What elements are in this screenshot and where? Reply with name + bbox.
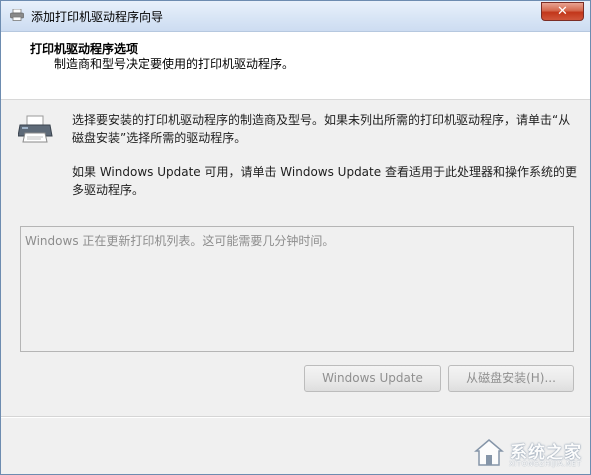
- watermark-url: XITONGZHIJIA.NET: [509, 460, 582, 468]
- window-title: 添加打印机驱动程序向导: [31, 10, 164, 24]
- printer-driver-list[interactable]: Windows 正在更新打印机列表。这可能需要几分钟时间。: [20, 226, 574, 352]
- windows-update-button[interactable]: Windows Update: [304, 365, 441, 392]
- wizard-body: 选择要安装的打印机驱动程序的制造商及型号。如果未列出所需的打印机驱动程序，请单击…: [1, 100, 590, 474]
- list-status-text: Windows 正在更新打印机列表。这可能需要几分钟时间。: [25, 234, 335, 248]
- site-watermark: 系统之家 XITONGZHIJIA.NET: [472, 436, 582, 470]
- manufacturer-instructions: 选择要安装的打印机驱动程序的制造商及型号。如果未列出所需的打印机驱动程序，请单击…: [72, 113, 571, 145]
- wizard-window: 添加打印机驱动程序向导 ✕ 打印机驱动程序选项 制造商和型号决定要使用的打印机驱…: [0, 0, 591, 475]
- windows-update-instructions: 如果 Windows Update 可用，请单击 Windows Update …: [72, 165, 577, 197]
- install-from-disk-button[interactable]: 从磁盘安装(H)...: [448, 365, 574, 392]
- page-subtitle: 制造商和型号决定要使用的打印机驱动程序。: [54, 57, 295, 71]
- house-logo-icon: [474, 439, 504, 466]
- printer-wizard-icon: [10, 9, 24, 21]
- close-button[interactable]: ✕: [541, 2, 584, 21]
- printer-icon: [18, 115, 53, 143]
- title-bar[interactable]: 添加打印机驱动程序向导 ✕: [1, 1, 590, 32]
- wizard-header: 打印机驱动程序选项 制造商和型号决定要使用的打印机驱动程序。: [1, 32, 590, 100]
- footer-divider: [1, 416, 590, 418]
- close-icon: ✕: [557, 4, 568, 19]
